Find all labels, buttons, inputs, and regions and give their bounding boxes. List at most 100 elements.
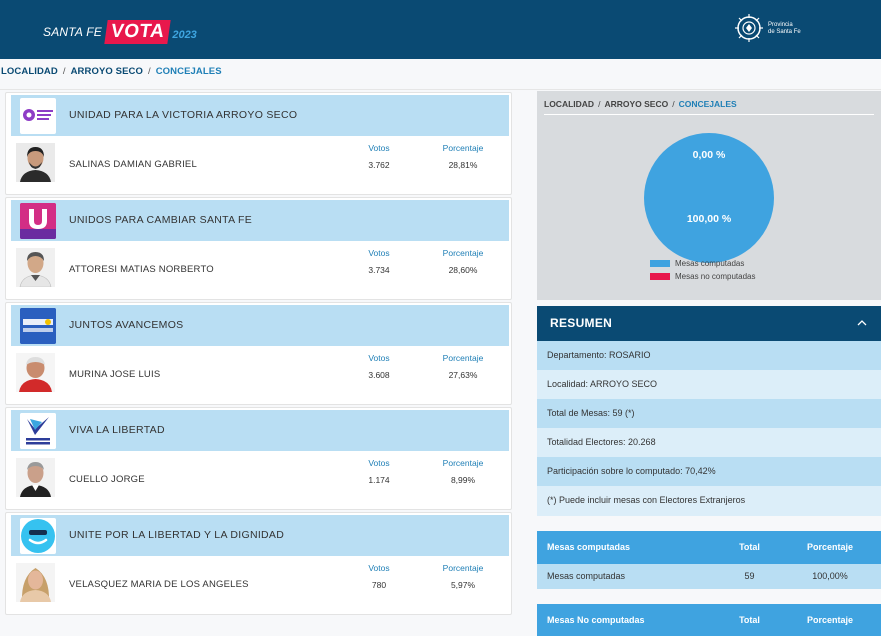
legend-label: Mesas computadas xyxy=(675,259,745,268)
col-header-mesas: Mesas computadas xyxy=(547,542,631,552)
legend-item-no-computadas[interactable]: Mesas no computadas xyxy=(650,271,756,282)
party-logo xyxy=(20,308,56,344)
chart-breadcrumb-localidad[interactable]: LOCALIDAD xyxy=(544,99,594,109)
resumen-total-electores: Totalidad Electores: 20.268 xyxy=(537,428,881,457)
breadcrumb-localidad[interactable]: LOCALIDAD xyxy=(1,66,58,77)
breadcrumb-concejales[interactable]: CONCEJALES xyxy=(156,66,222,77)
breadcrumb: LOCALIDAD / ARROYO SECO / CONCEJALES xyxy=(1,66,222,77)
candidate-name: SALINAS DAMIAN GABRIEL xyxy=(69,159,197,170)
province-seal-icon xyxy=(735,14,763,42)
party-logo xyxy=(20,203,56,239)
candidate-avatar xyxy=(16,353,55,392)
brand-vota: VOTA xyxy=(104,20,172,44)
top-header: SANTA FE VOTA 2023 Provincia de Santa Fe xyxy=(0,0,881,59)
votes-header: Votos xyxy=(368,563,390,573)
viva-libertad-logo-icon xyxy=(20,413,56,449)
candidate-photo-icon xyxy=(16,248,55,287)
candidate-name: MURINA JOSE LUIS xyxy=(69,369,161,380)
pie-label-computadas: 100,00 % xyxy=(686,213,732,225)
chart-breadcrumb-arroyo-seco[interactable]: ARROYO SECO xyxy=(604,99,668,109)
party-card: UNIDAD PARA LA VICTORIA ARROYO SECO SALI… xyxy=(5,92,512,195)
resumen-participacion: Participación sobre lo computado: 70,42% xyxy=(537,457,881,486)
party-name: UNIDAD PARA LA VICTORIA ARROYO SECO xyxy=(69,109,298,121)
percent-header: Porcentaje xyxy=(442,458,484,468)
candidate-photo-icon xyxy=(16,458,55,497)
percent-value: 28,60% xyxy=(448,265,478,275)
santa-fe-vota-logo[interactable]: SANTA FE VOTA 2023 xyxy=(43,20,197,44)
votes-value: 3.608 xyxy=(368,370,390,380)
col-header-mesas: Mesas No computadas xyxy=(547,615,645,625)
breadcrumb-separator: / xyxy=(62,66,66,77)
candidate-name: VELASQUEZ MARIA DE LOS ANGELES xyxy=(69,579,249,590)
table-row: Mesas computadas 59 100,00% xyxy=(537,564,881,589)
breadcrumb-separator: / xyxy=(672,99,675,109)
party-header: UNIDOS PARA CAMBIAR SANTA FE xyxy=(11,200,509,241)
party-card: VIVA LA LIBERTAD CUELLO JORGE Votos 1.17… xyxy=(5,407,512,510)
candidate-name: CUELLO JORGE xyxy=(69,474,145,485)
percent-header: Porcentaje xyxy=(442,353,484,363)
candidate-photo-icon xyxy=(16,353,55,392)
candidate-avatar xyxy=(16,143,55,182)
cell-label: Mesas computadas xyxy=(547,571,626,581)
votes-header: Votos xyxy=(368,353,390,363)
votes-header: Votos xyxy=(368,248,390,258)
unite-logo-icon xyxy=(21,519,55,553)
resumen-total-mesas: Total de Mesas: 59 (*) xyxy=(537,399,881,428)
percent-header: Porcentaje xyxy=(442,248,484,258)
legend-label: Mesas no computadas xyxy=(675,272,756,281)
resumen-localidad: Localidad: ARROYO SECO xyxy=(537,370,881,399)
party-logo xyxy=(20,413,56,449)
party-header: UNITE POR LA LIBERTAD Y LA DIGNIDAD xyxy=(11,515,509,556)
breadcrumb-separator: / xyxy=(598,99,601,109)
col-header-porcentaje: Porcentaje xyxy=(806,542,854,552)
party-logo xyxy=(20,98,56,134)
candidate-avatar xyxy=(16,458,55,497)
votes-value: 1.174 xyxy=(368,475,390,485)
votes-header: Votos xyxy=(368,143,390,153)
cell-porcentaje: 100,00% xyxy=(812,571,848,581)
unidos-logo-icon xyxy=(20,203,56,239)
party-logo xyxy=(20,518,56,554)
candidate-photo-icon xyxy=(16,563,55,602)
party-name: VIVA LA LIBERTAD xyxy=(69,424,165,436)
col-header-total: Total xyxy=(739,542,760,552)
party-header: JUNTOS AVANCEMOS xyxy=(11,305,509,346)
legend-item-computadas[interactable]: Mesas computadas xyxy=(650,258,756,269)
chart-legend: Mesas computadas Mesas no computadas xyxy=(650,258,756,284)
party-card: JUNTOS AVANCEMOS MURINA JOSE LUIS Votos … xyxy=(5,302,512,405)
candidate-name: ATTORESI MATIAS NORBERTO xyxy=(69,264,214,275)
cell-total: 59 xyxy=(744,571,755,581)
votes-value: 3.734 xyxy=(368,265,390,275)
resumen-title: RESUMEN xyxy=(550,316,613,330)
percent-value: 8,99% xyxy=(450,475,476,485)
mesas-computadas-table-header: Mesas computadas Total Porcentaje xyxy=(537,531,881,564)
col-header-porcentaje: Porcentaje xyxy=(806,615,854,625)
divider xyxy=(0,89,881,90)
legend-swatch xyxy=(650,260,670,267)
votes-header: Votos xyxy=(368,458,390,468)
breadcrumb-arroyo-seco[interactable]: ARROYO SECO xyxy=(71,66,143,77)
legend-swatch xyxy=(650,273,670,280)
brand-santa-fe: SANTA FE xyxy=(43,25,102,39)
mesas-no-computadas-table-header: Mesas No computadas Total Porcentaje xyxy=(537,604,881,636)
percent-header: Porcentaje xyxy=(442,563,484,573)
resumen-departamento: Departamento: ROSARIO xyxy=(537,341,881,370)
province-name: Provincia de Santa Fe xyxy=(768,22,801,35)
pie-label-no-computadas: 0,00 % xyxy=(692,149,726,161)
resumen-header[interactable]: RESUMEN xyxy=(537,306,881,341)
party-name: JUNTOS AVANCEMOS xyxy=(69,319,184,331)
party-header: UNIDAD PARA LA VICTORIA ARROYO SECO xyxy=(11,95,509,136)
votes-value: 780 xyxy=(371,580,387,590)
candidate-avatar xyxy=(16,248,55,287)
col-header-total: Total xyxy=(739,615,760,625)
percent-value: 5,97% xyxy=(450,580,476,590)
brand-year: 2023 xyxy=(172,29,197,41)
unidad-victoria-logo-icon xyxy=(23,109,53,121)
percent-value: 28,81% xyxy=(448,160,478,170)
province-logo[interactable]: Provincia de Santa Fe xyxy=(734,13,801,45)
chart-breadcrumb-concejales[interactable]: CONCEJALES xyxy=(679,99,737,109)
resumen-nota: (*) Puede incluir mesas con Electores Ex… xyxy=(537,486,881,516)
chevron-up-icon[interactable] xyxy=(857,318,867,328)
candidate-photo-icon xyxy=(16,143,55,182)
party-card: UNIDOS PARA CAMBIAR SANTA FE ATTORESI MA… xyxy=(5,197,512,300)
